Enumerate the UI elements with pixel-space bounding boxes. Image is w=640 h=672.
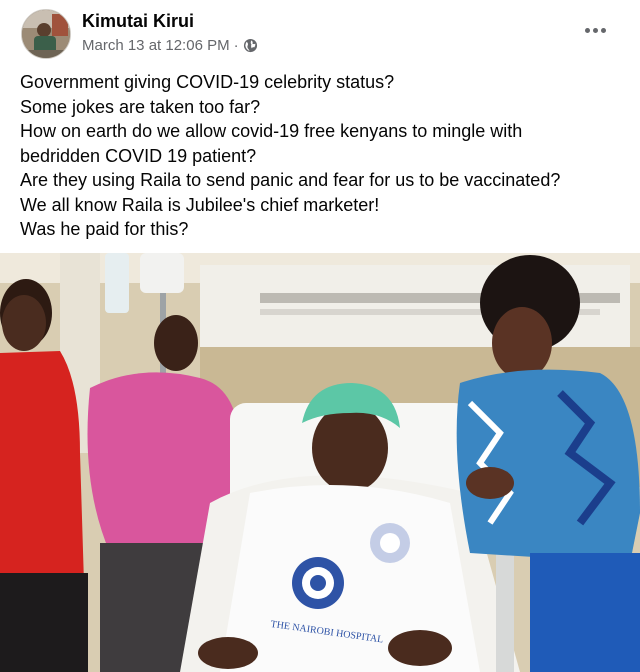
avatar-image — [22, 10, 70, 58]
post-text-line: Government giving COVID-19 celebrity sta… — [20, 72, 395, 92]
post-header: Kimutai Kirui March 13 at 12:06 PM · — [0, 0, 640, 66]
author-avatar[interactable] — [21, 9, 71, 59]
author-name[interactable]: Kimutai Kirui — [82, 11, 194, 32]
post-text-line: How on earth do we allow covid-19 free k… — [20, 121, 523, 141]
patient-head — [312, 404, 388, 492]
post-text-line: Was he paid for this? — [20, 219, 189, 239]
hospital-photo: THE NAIROBI HOSPITAL — [0, 253, 640, 672]
more-options-icon[interactable] — [580, 18, 610, 42]
post-body: Government giving COVID-19 celebrity sta… — [20, 70, 630, 242]
person-red-shirt — [0, 351, 84, 583]
meta-separator: · — [233, 37, 239, 54]
post-text-line: bedridden COVID 19 patient? — [20, 145, 257, 166]
post-timestamp[interactable]: March 13 at 12:06 PM — [82, 37, 230, 54]
post-meta: March 13 at 12:06 PM · — [82, 37, 258, 54]
post-text-line: Are they using Raila to send panic and f… — [20, 170, 561, 190]
post-text-line: We all know Raila is Jubilee's chief mar… — [20, 194, 380, 215]
post-photo[interactable]: THE NAIROBI HOSPITAL — [0, 253, 640, 672]
post-text-line: Some jokes are taken too far? — [20, 96, 261, 117]
globe-icon[interactable] — [243, 38, 258, 53]
